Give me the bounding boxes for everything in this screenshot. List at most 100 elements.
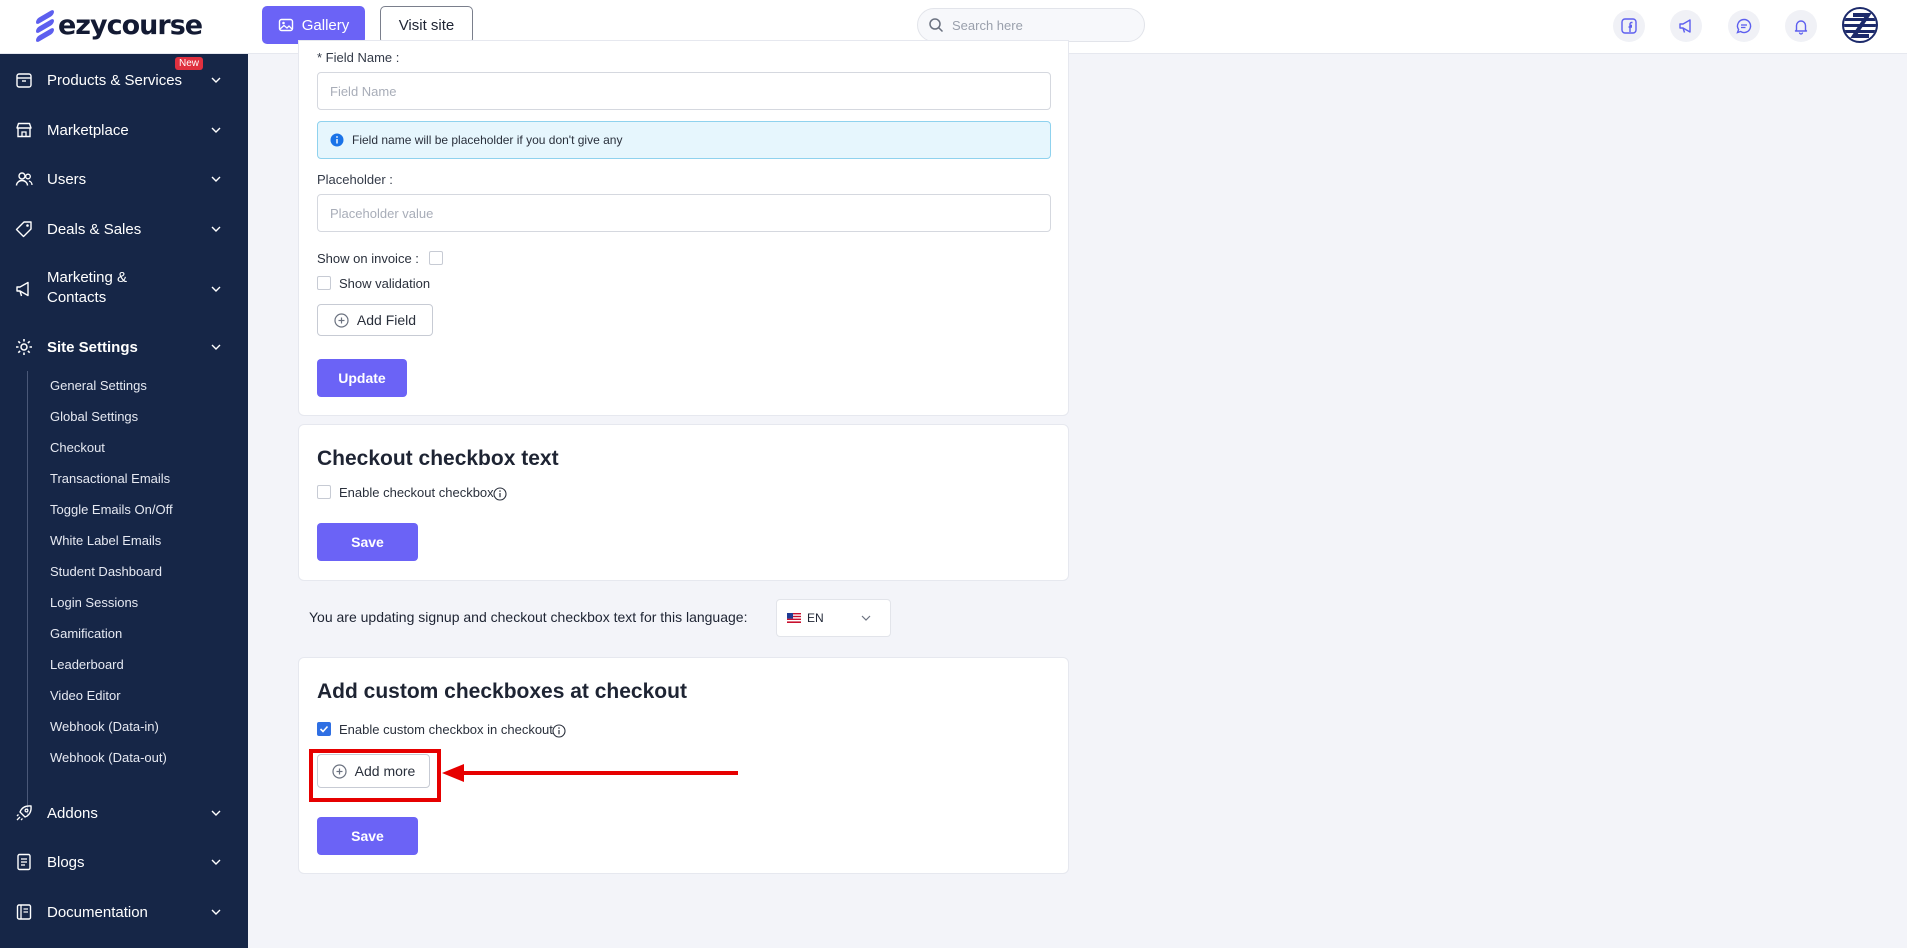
logo-mark-icon [36, 8, 54, 43]
sub-item-general-settings[interactable]: General Settings [50, 378, 147, 393]
sub-item-transactional-emails[interactable]: Transactional Emails [50, 471, 170, 486]
sub-item-webhook-data-out[interactable]: Webhook (Data-out) [50, 750, 167, 765]
notifications-button[interactable] [1785, 10, 1817, 42]
us-flag-icon [787, 613, 801, 623]
chevron-down-icon [211, 859, 221, 865]
sub-item-global-settings[interactable]: Global Settings [50, 409, 138, 424]
placeholder-label: Placeholder : [317, 172, 393, 187]
sub-item-white-label-emails[interactable]: White Label Emails [50, 533, 161, 548]
add-field-button[interactable]: Add Field [317, 304, 433, 336]
sidebar-item-marketplace[interactable]: Marketplace [0, 118, 248, 142]
sub-item-checkout[interactable]: Checkout [50, 440, 105, 455]
info-circle-icon[interactable] [493, 487, 507, 501]
logo-text: ezycourse [58, 10, 203, 41]
info-alert: Field name will be placeholder if you do… [317, 121, 1051, 159]
red-arrow-icon [442, 764, 738, 782]
announcements-button[interactable] [1670, 10, 1702, 42]
visit-site-button[interactable]: Visit site [380, 6, 473, 44]
sidebar-item-label: Addons [47, 804, 98, 822]
bell-icon [1794, 20, 1808, 35]
show-validation-checkbox[interactable] [317, 276, 331, 290]
messages-button[interactable] [1728, 10, 1760, 42]
custom-field-card: * Field Name : Field name will be placeh… [298, 40, 1069, 416]
sub-item-toggle-emails[interactable]: Toggle Emails On/Off [50, 502, 173, 517]
sidebar-item-site-settings[interactable]: Site Settings [0, 335, 248, 359]
gallery-button[interactable]: Gallery [262, 6, 365, 44]
sub-item-leaderboard[interactable]: Leaderboard [50, 657, 124, 672]
sidebar-item-users[interactable]: Users [0, 167, 248, 191]
marketing-label-line2: Contacts [47, 289, 107, 306]
facebook-icon [1621, 18, 1637, 34]
sidebar-item-label: Blogs [47, 853, 85, 871]
marketing-label-line1: Marketing & [47, 269, 128, 286]
chevron-down-icon [211, 226, 221, 232]
enable-checkout-checkbox[interactable] [317, 485, 331, 499]
sidebar-item-label: Documentation [47, 903, 148, 921]
search-input[interactable] [952, 17, 1132, 33]
chevron-down-icon [211, 810, 221, 816]
sidebar-item-label: Users [47, 170, 87, 188]
sub-item-video-editor[interactable]: Video Editor [50, 688, 121, 703]
language-value: EN [807, 611, 824, 625]
checkout-checkbox-save-button[interactable]: Save [317, 523, 418, 561]
checkout-checkbox-card: Checkout checkbox text Enable checkout c… [298, 424, 1069, 581]
field-name-label: * Field Name : [317, 50, 400, 65]
gear-icon [14, 337, 34, 357]
info-icon [330, 133, 344, 147]
sidebar-item-deals-sales[interactable]: Deals & Sales [0, 217, 248, 241]
user-avatar[interactable] [1842, 7, 1878, 43]
chevron-down-icon [211, 344, 221, 350]
megaphone-icon [1679, 19, 1691, 33]
megaphone-icon [14, 279, 34, 299]
gallery-label: Gallery [301, 16, 350, 34]
sidebar-item-label: Deals & Sales [47, 220, 142, 238]
chat-icon [1736, 18, 1752, 34]
sidebar-item-label: Marketplace [47, 121, 129, 139]
sidebar-item-marketing-contacts[interactable]: Marketing & Contacts New [0, 57, 248, 310]
search-icon [929, 18, 944, 33]
sub-item-student-dashboard[interactable]: Student Dashboard [50, 564, 162, 579]
avatar-logo-icon [1844, 13, 1876, 38]
field-name-input[interactable] [317, 72, 1051, 110]
update-button[interactable]: Update [317, 359, 407, 397]
show-on-invoice-label: Show on invoice : [317, 251, 419, 266]
sidebar-item-documentation[interactable]: Documentation [0, 900, 248, 924]
store-icon [14, 120, 34, 140]
sidebar-item-addons[interactable]: Addons [0, 801, 248, 825]
custom-checkbox-save-button[interactable]: Save [317, 817, 418, 855]
sidebar-item-label: Site Settings [47, 338, 138, 356]
chevron-down-icon [211, 286, 221, 292]
show-validation-label: Show validation [339, 276, 431, 291]
info-circle-icon[interactable] [552, 724, 566, 738]
document-icon [14, 852, 34, 872]
users-icon [14, 169, 34, 189]
ezycourse-logo[interactable]: ezycourse [36, 8, 203, 43]
sub-item-gamification[interactable]: Gamification [50, 626, 122, 641]
sub-item-login-sessions[interactable]: Login Sessions [50, 595, 138, 610]
sidebar-item-products-services[interactable]: Products & Services [0, 68, 248, 92]
sidebar-item-blogs[interactable]: Blogs [0, 850, 248, 874]
checkmark-icon [319, 725, 329, 733]
enable-custom-checkbox-label: Enable custom checkbox in checkout [339, 722, 553, 737]
add-field-label: Add Field [356, 312, 417, 328]
checkout-checkbox-title: Checkout checkbox text [317, 447, 559, 470]
language-select[interactable]: EN [776, 599, 891, 637]
chevron-down-icon [211, 909, 221, 915]
info-text: Field name will be placeholder if you do… [352, 133, 623, 147]
custom-checkbox-title: Add custom checkboxes at checkout [317, 680, 687, 703]
plus-circle-icon [334, 312, 349, 328]
placeholder-input[interactable] [317, 194, 1051, 232]
tag-icon [14, 219, 34, 239]
show-on-invoice-checkbox[interactable] [429, 251, 443, 265]
facebook-button[interactable] [1613, 10, 1645, 42]
sub-item-webhook-data-in[interactable]: Webhook (Data-in) [50, 719, 159, 734]
search-box[interactable] [917, 8, 1145, 42]
highlight-box [309, 749, 441, 802]
chevron-down-icon [211, 176, 221, 182]
language-notice: You are updating signup and checkout che… [309, 609, 748, 625]
chevron-down-icon [211, 77, 221, 83]
sidebar-item-label: Products & Services [47, 71, 183, 89]
enable-custom-checkbox[interactable] [317, 722, 331, 736]
enable-checkout-checkbox-label: Enable checkout checkbox [339, 485, 494, 500]
box-icon [14, 70, 34, 90]
